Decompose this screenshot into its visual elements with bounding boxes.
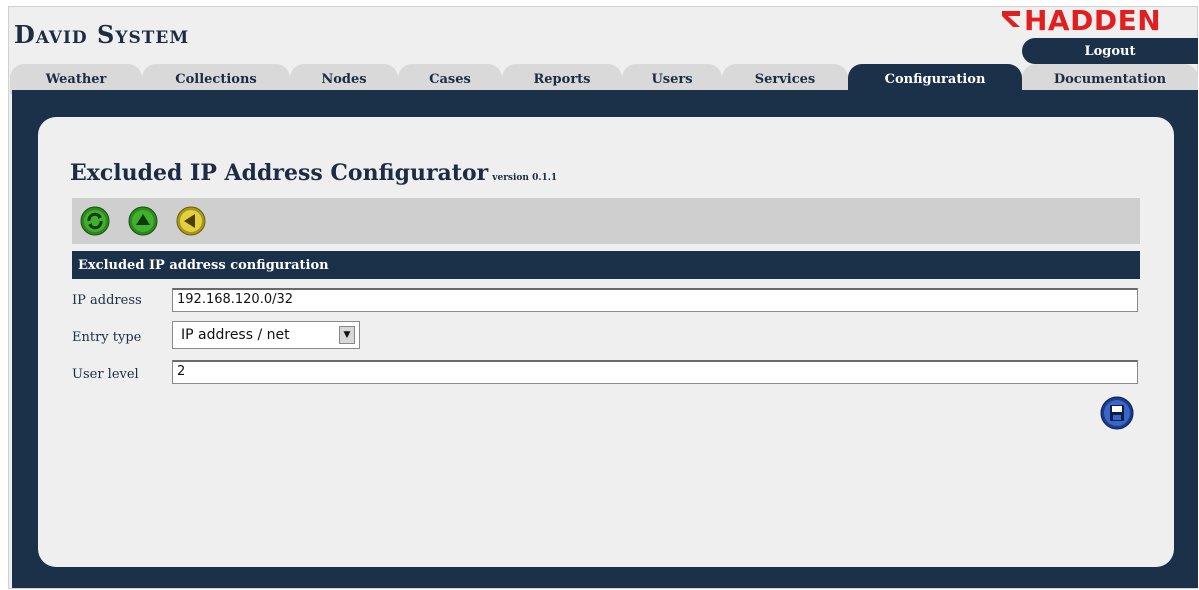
page-title-text: Excluded IP Address Configurator	[70, 160, 489, 186]
main-tabs: Weather Collections Nodes Cases Reports …	[0, 60, 1199, 94]
user-level-label: User level	[72, 367, 139, 382]
chevron-down-icon[interactable]: ▼	[339, 326, 355, 344]
refresh-icon[interactable]	[80, 206, 110, 236]
logo-mark-icon	[1000, 6, 1022, 36]
section-header: Excluded IP address configuration	[72, 251, 1140, 279]
logo-text: HADDEN	[1024, 4, 1162, 37]
page-title: Excluded IP Address Configurator version …	[70, 160, 557, 186]
back-icon[interactable]	[176, 206, 206, 236]
entry-type-value: IP address / net	[181, 327, 290, 343]
version-label: version 0.1.1	[492, 173, 558, 183]
up-icon[interactable]	[128, 206, 158, 236]
save-icon[interactable]	[1100, 396, 1134, 430]
app-title: David System	[14, 20, 190, 49]
entry-type-label: Entry type	[72, 330, 142, 345]
ip-address-input[interactable]: 192.168.120.0/32	[172, 288, 1138, 312]
user-level-input[interactable]: 2	[172, 360, 1138, 384]
ip-address-label: IP address	[72, 293, 142, 308]
hadden-logo: HADDEN	[1000, 4, 1161, 37]
toolbar	[72, 198, 1140, 244]
entry-type-select[interactable]: IP address / net ▼	[172, 321, 360, 349]
